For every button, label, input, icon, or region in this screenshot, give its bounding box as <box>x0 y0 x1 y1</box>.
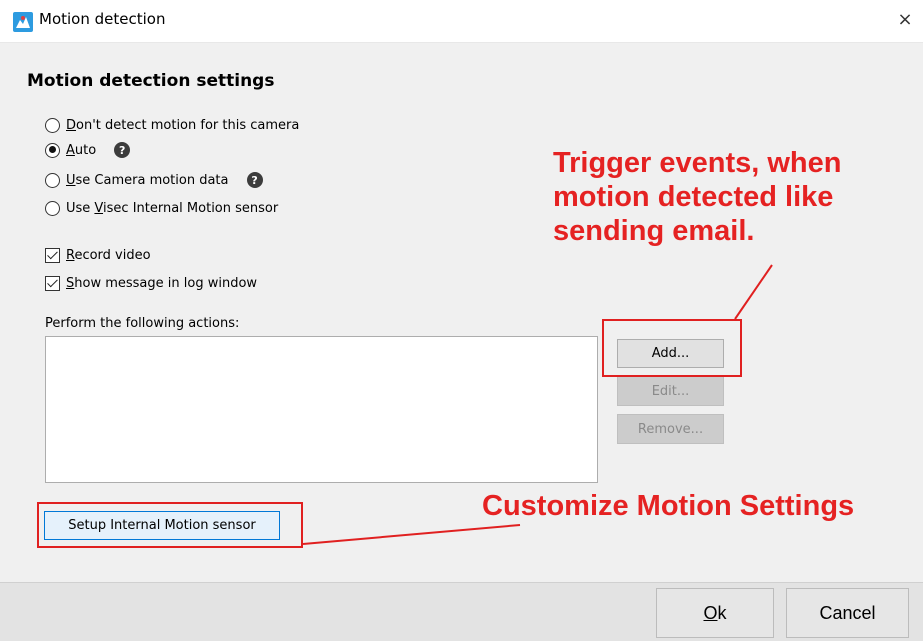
ok-label: k <box>717 602 727 623</box>
checkbox-label: Record video <box>66 247 151 263</box>
dialog-footer <box>0 582 923 641</box>
setup-button-highlight <box>37 502 303 548</box>
radio-button[interactable] <box>45 142 60 158</box>
settings-heading: Motion detection settings <box>27 71 275 91</box>
radio-internal-sensor[interactable]: Use Visec Internal Motion sensor <box>45 198 278 218</box>
checkbox[interactable] <box>45 275 60 291</box>
radio-label: Auto <box>66 142 97 158</box>
add-button-highlight <box>602 319 742 377</box>
radio-button[interactable] <box>45 172 60 188</box>
title-bar: Motion detection × <box>0 0 923 43</box>
trigger-annotation-line: Trigger events, when <box>553 147 842 179</box>
trigger-annotation: Trigger events, when motion detected lik… <box>553 146 841 248</box>
trigger-annotation-line: motion detected like <box>553 181 834 213</box>
radio-button[interactable] <box>45 200 60 216</box>
edit-button[interactable]: Edit... <box>617 376 724 406</box>
help-icon[interactable]: ? <box>114 142 131 158</box>
trigger-annotation-line: sending email. <box>553 215 755 247</box>
remove-button[interactable]: Remove... <box>617 414 724 444</box>
radio-label: Use Camera motion data <box>66 172 229 188</box>
checkbox-label: Show message in log window <box>66 275 258 291</box>
radio-camera-motion[interactable]: Use Camera motion data ? <box>45 170 263 190</box>
close-icon[interactable]: × <box>893 8 917 32</box>
trigger-pointer-line <box>734 264 773 320</box>
actions-label: Perform the following actions: <box>45 316 240 331</box>
ok-label-accel: O <box>703 602 718 623</box>
checkbox-show-message[interactable]: Show message in log window <box>45 273 257 293</box>
actions-list[interactable] <box>45 336 598 483</box>
radio-button[interactable] <box>45 117 60 133</box>
checkbox-record-video[interactable]: Record video <box>45 245 151 265</box>
window-title: Motion detection <box>39 10 166 28</box>
radio-auto[interactable]: Auto ? <box>45 140 131 160</box>
radio-dont-detect[interactable]: Don't detect motion for this camera <box>45 115 299 135</box>
checkbox[interactable] <box>45 247 60 263</box>
customize-annotation: Customize Motion Settings <box>482 490 855 522</box>
ok-button[interactable]: Ok <box>656 588 774 638</box>
radio-label: Use Visec Internal Motion sensor <box>66 200 279 216</box>
radio-label: Don't detect motion for this camera <box>66 117 300 133</box>
camera-app-icon <box>13 12 33 32</box>
customize-pointer-line <box>302 524 521 545</box>
help-icon[interactable]: ? <box>246 172 263 188</box>
cancel-button[interactable]: Cancel <box>786 588 909 638</box>
